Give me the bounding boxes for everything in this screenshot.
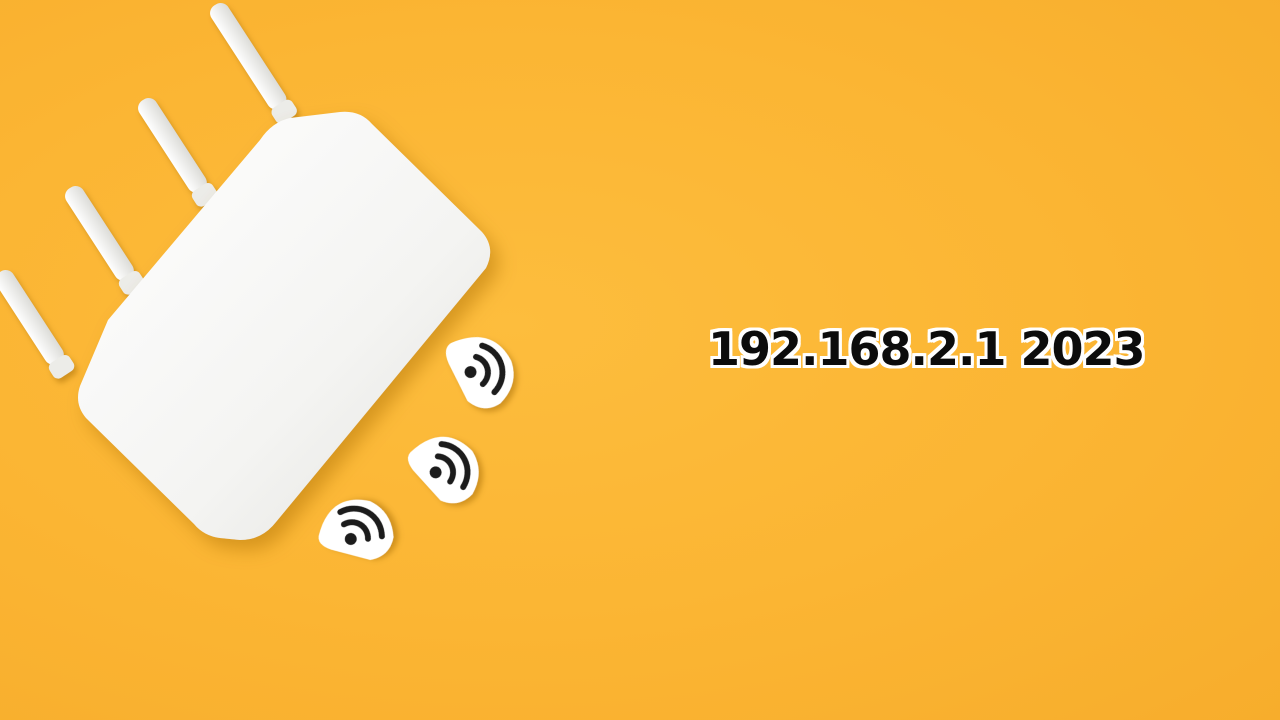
wifi-sticker-icon bbox=[318, 499, 394, 560]
page-title: 192.168.2.1 2023 bbox=[708, 322, 1146, 376]
wifi-sticker-icon bbox=[407, 436, 479, 504]
yellow-background: 192.168.2.1 2023 bbox=[0, 0, 1280, 720]
